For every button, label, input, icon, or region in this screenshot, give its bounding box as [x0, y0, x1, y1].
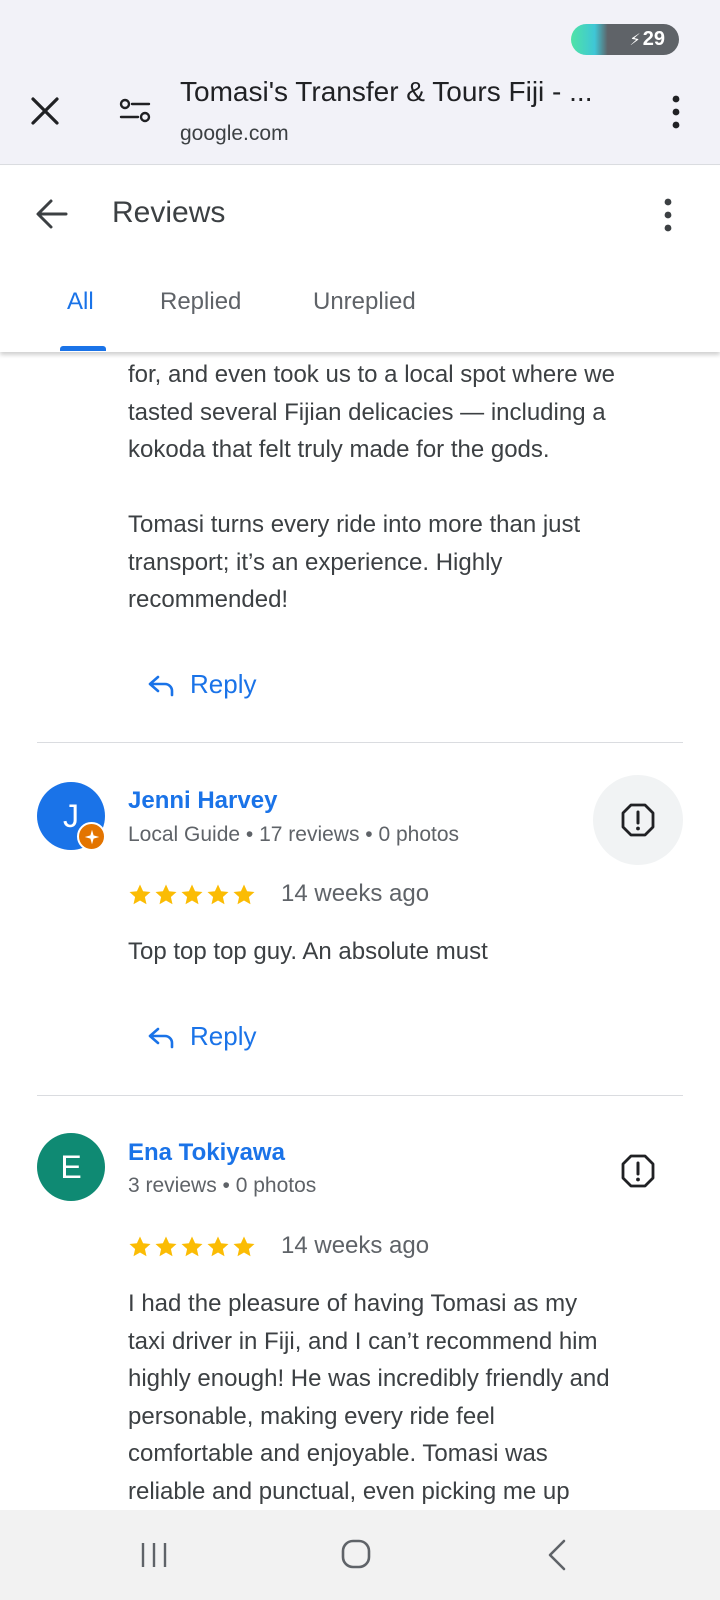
star-icon [233, 884, 255, 905]
battery-level: 29 [642, 28, 665, 50]
close-icon[interactable] [28, 94, 62, 128]
review-line: comfortable and enjoyable. Tomasi was [128, 1440, 548, 1467]
reply-label: Reply [190, 669, 257, 699]
page-title[interactable]: Tomasi's Transfer & Tours Fiji - ... [180, 76, 630, 108]
report-review-button[interactable] [593, 775, 683, 865]
browser-menu-icon[interactable] [666, 94, 686, 130]
tab-all[interactable]: All [67, 288, 94, 316]
star-icon [129, 1236, 151, 1257]
review-line: for, and even took us to a local spot wh… [128, 361, 615, 388]
review-line [128, 469, 688, 507]
review-text: for, and even took us to a local spot wh… [128, 356, 688, 619]
star-icon [155, 884, 177, 905]
reply-button[interactable]: Reply [146, 669, 256, 700]
active-tab-indicator [60, 346, 106, 351]
review-time: 14 weeks ago [281, 880, 430, 907]
review-line: recommended! [128, 586, 289, 613]
star-icon [207, 884, 229, 905]
star-icon [181, 1236, 203, 1257]
star-icon [181, 884, 203, 905]
reviewer-meta: Local Guide • 17 reviews • 0 photos [128, 823, 460, 846]
star-icon [129, 884, 151, 905]
local-guide-badge-icon [77, 822, 106, 851]
back-arrow-icon[interactable] [34, 196, 70, 232]
review-line: taxi driver in Fiji, and I can’t recomme… [128, 1327, 598, 1355]
star-icon [233, 1236, 255, 1257]
reviewer-name[interactable]: Jenni Harvey [128, 787, 277, 815]
review-line: I had the pleasure of having Tomasi as m… [128, 1290, 578, 1317]
review-time: 14 weeks ago [281, 1232, 430, 1259]
report-icon [621, 1154, 655, 1188]
reply-button[interactable]: Reply [146, 1021, 256, 1052]
report-icon [621, 803, 655, 837]
review-line: kokoda that felt truly made for the gods… [128, 436, 550, 463]
more-options-icon[interactable] [658, 197, 678, 233]
review-line: highly enough! He was incredibly friendl… [128, 1365, 610, 1392]
back-nav-icon[interactable] [546, 1538, 568, 1572]
recent-apps-icon[interactable] [139, 1540, 169, 1570]
review-line: Tomasi turns every ride into more than j… [128, 511, 581, 538]
review-line: tasted several Fijian delicacies — inclu… [128, 398, 606, 426]
home-icon[interactable] [340, 1538, 372, 1570]
review-divider [37, 1095, 683, 1096]
review-line: personable, making every ride feel [128, 1402, 495, 1430]
reply-label: Reply [190, 1021, 257, 1051]
star-icon [155, 1236, 177, 1257]
reply-arrow-icon [148, 1027, 174, 1048]
review-divider [37, 742, 683, 743]
battery-indicator: ⚡ 29 [571, 24, 679, 55]
review-text: I had the pleasure of having Tomasi as m… [128, 1285, 688, 1510]
tab-replied[interactable]: Replied [160, 288, 241, 316]
star-rating [128, 883, 256, 907]
reviewer-name[interactable]: Ena Tokiyawa [128, 1139, 285, 1167]
avatar[interactable]: E [37, 1133, 105, 1201]
charging-bolt-icon: ⚡ [629, 31, 641, 49]
review-line: reliable and punctual, even picking me u… [128, 1477, 570, 1505]
header-title: Reviews [112, 196, 226, 229]
tab-unreplied[interactable]: Unreplied [313, 288, 416, 316]
review-text: Top top top guy. An absolute must [128, 938, 488, 965]
reviews-header [0, 166, 720, 352]
site-settings-icon[interactable] [118, 96, 152, 126]
star-rating [128, 1235, 256, 1259]
reply-arrow-icon [148, 675, 174, 696]
page-domain[interactable]: google.com [180, 122, 289, 146]
star-icon [207, 1236, 229, 1257]
review-line: transport; it’s an experience. Highly [128, 548, 503, 576]
reviewer-meta: 3 reviews • 0 photos [128, 1174, 317, 1197]
report-review-button[interactable] [593, 1126, 683, 1216]
